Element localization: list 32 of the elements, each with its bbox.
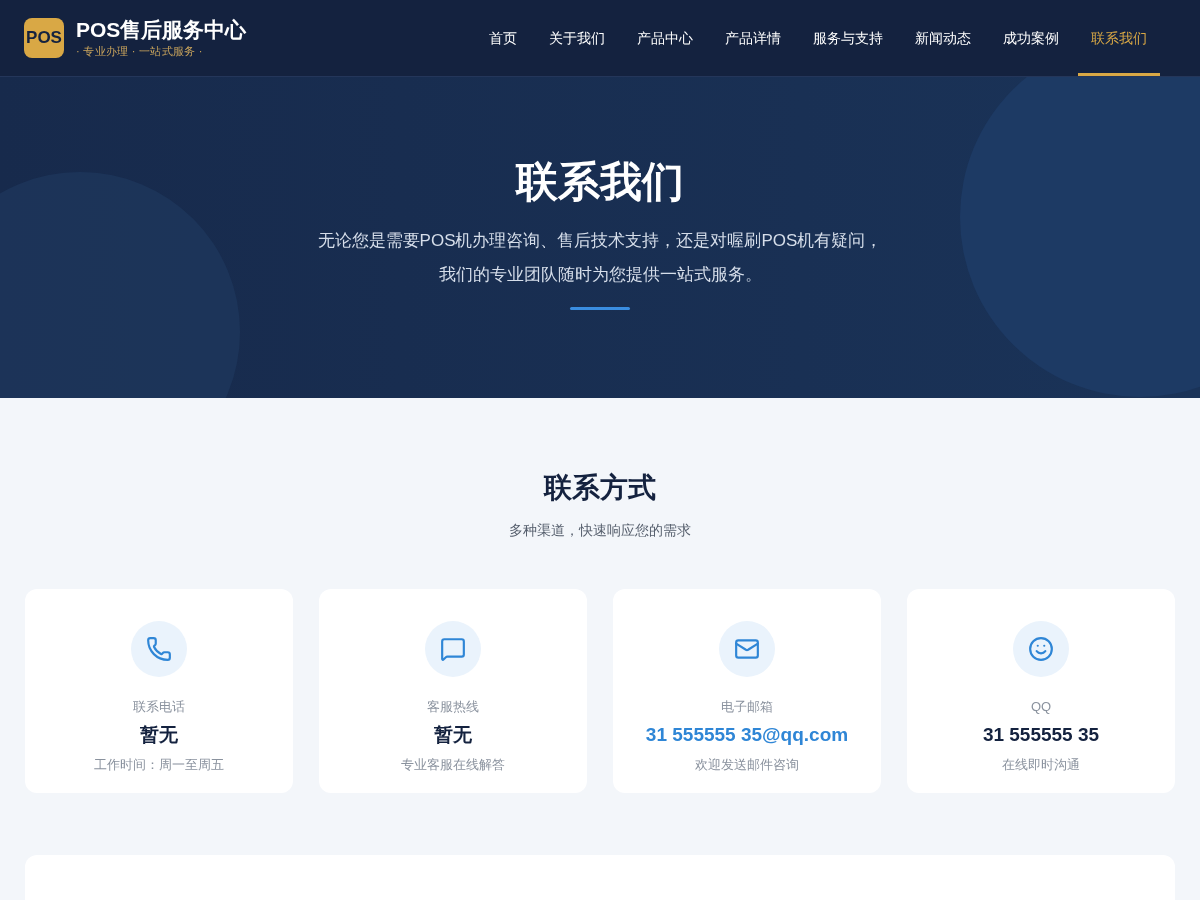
- contact-note: 专业客服在线解答: [401, 756, 505, 774]
- hero-title: 联系我们: [516, 161, 684, 203]
- contact-label: 客服热线: [427, 698, 479, 716]
- chat-bubble-icon: [425, 621, 481, 677]
- contact-label: QQ: [1030, 698, 1052, 716]
- nav-link[interactable]: 服务与支持: [800, 0, 896, 76]
- nav-link[interactable]: 产品详情: [712, 0, 794, 76]
- section-subtitle: 多种渠道，快速响应您的需求: [509, 521, 691, 540]
- contact-value: 暂无: [140, 722, 178, 747]
- contact-note: 欢迎发送邮件咨询: [695, 756, 799, 774]
- contact-value: 31 555555 35: [982, 722, 1100, 747]
- contact-note: 工作时间：周一至周五: [94, 756, 224, 774]
- contact-value[interactable]: 31 555555 35@qq.com: [645, 720, 849, 749]
- contact-label: 电子邮箱: [721, 698, 773, 716]
- phone-icon: [131, 621, 187, 677]
- nav-link[interactable]: 产品中心: [624, 0, 706, 76]
- nav-link[interactable]: 新闻动态: [902, 0, 984, 76]
- envelope-icon: [719, 621, 775, 677]
- hero-description: 无论您是需要POS机办理咨询、售后技术支持，还是对喔刷POS机有疑问，: [317, 230, 883, 252]
- contact-note: 在线即时沟通: [1002, 756, 1080, 774]
- logo-icon: POS: [24, 18, 64, 58]
- site-tagline: · 专业办理 · 一站式服务 ·: [76, 43, 204, 59]
- smiley-icon: [1013, 621, 1069, 677]
- nav-link[interactable]: 关于我们: [536, 0, 618, 76]
- contact-label: 联系电话: [133, 698, 185, 716]
- nav-link[interactable]: 成功案例: [990, 0, 1072, 76]
- nav-link[interactable]: 首页: [476, 0, 530, 76]
- site-title: POS售后服务中心: [76, 16, 247, 43]
- accent-line: [570, 307, 630, 310]
- hero-description: 我们的专业团队随时为您提供一站式服务。: [438, 264, 762, 286]
- contact-value: 暂无: [434, 722, 472, 747]
- section-title: 联系方式: [544, 474, 656, 502]
